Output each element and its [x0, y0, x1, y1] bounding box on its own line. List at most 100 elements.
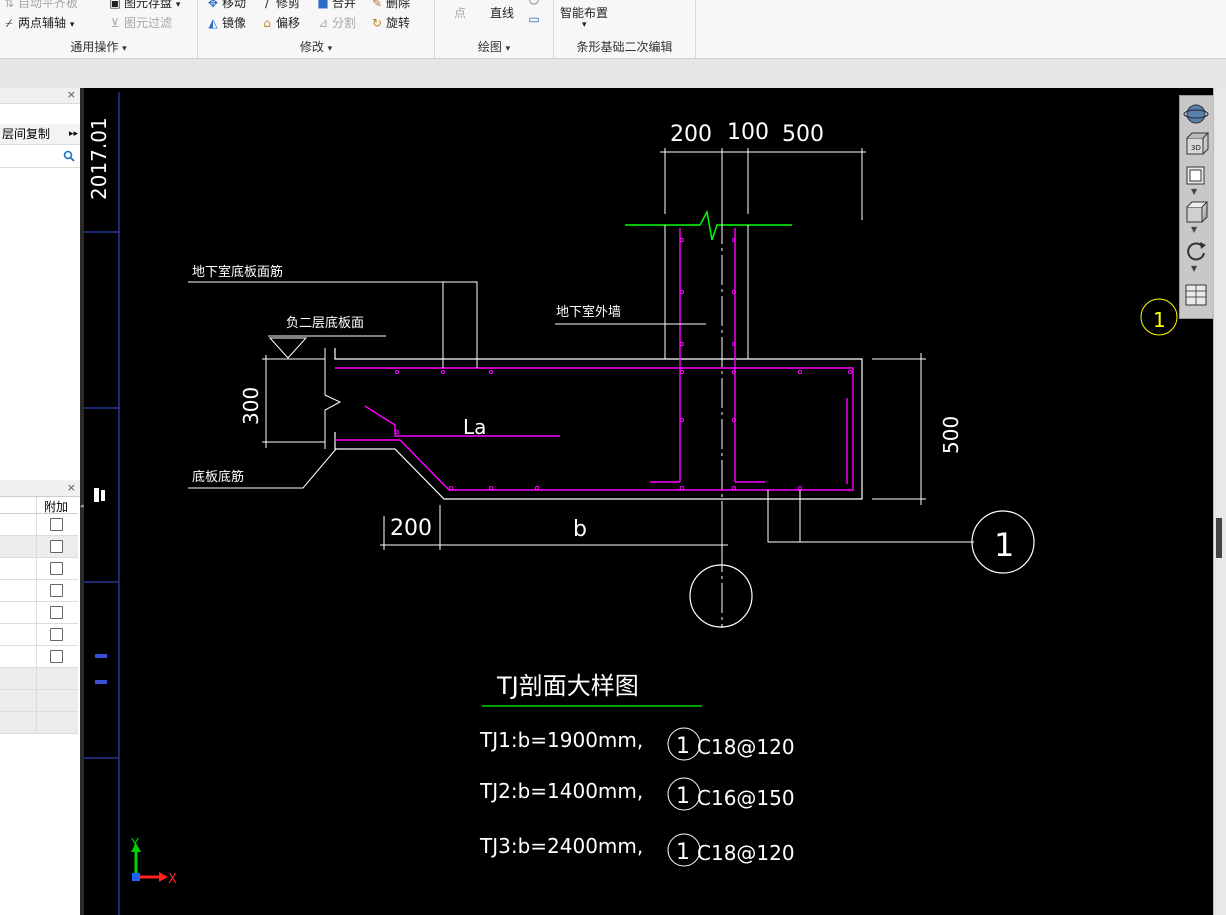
table-header-row: 附加 [0, 497, 78, 514]
element-filter-button[interactable]: ⊻ 图元过滤 [108, 14, 172, 31]
view-dropdown-caret[interactable]: ▼ [1191, 187, 1197, 196]
rectangle-icon: ▭ [528, 12, 540, 26]
view-cube-button[interactable] [1183, 199, 1209, 225]
rotate-dropdown-caret[interactable]: ▼ [1191, 264, 1197, 273]
globe-icon [1183, 104, 1209, 124]
trim-icon: / [264, 0, 270, 10]
delete-button[interactable]: ✎ 删除 [370, 0, 410, 11]
top-dimension [660, 148, 866, 220]
view-3d-button[interactable]: 3D [1183, 131, 1210, 157]
label-b2-slab-face: 负二层底板面 [286, 315, 364, 331]
rect-tool-button[interactable]: ▭ [527, 12, 543, 26]
title-block-year-code: 2017.01 [87, 117, 111, 200]
viewport-marker-number: 1 [1153, 308, 1166, 332]
left-dimension [262, 355, 325, 448]
schedule-rebar-2: C16@150 [697, 786, 795, 810]
splitter-arrow-icon[interactable]: ◂ [80, 502, 84, 510]
right-scroll-edge[interactable] [1213, 88, 1226, 915]
mirror-icon: ◭ [208, 16, 218, 30]
mirror-button[interactable]: ◭ 镜像 [206, 14, 246, 31]
smart-layout-caret[interactable]: ▾ [582, 20, 587, 30]
dim-top-100: 100 [727, 120, 769, 145]
cube-dropdown-caret[interactable]: ▼ [1191, 225, 1197, 234]
schedule-spec-3: TJ3:b=2400mm, [479, 834, 643, 858]
title-block-blue-marks [95, 654, 107, 684]
panel-header-top: × [0, 88, 80, 104]
rotate-view-button[interactable] [1183, 238, 1209, 264]
element-save-button[interactable]: ▣ 图元存盘 ▾ [108, 0, 180, 11]
auto-balance-button[interactable]: ⇅ 自动平齐板 [2, 0, 78, 11]
extra-checkbox[interactable] [50, 562, 63, 575]
element-save-caret: ▾ [175, 0, 181, 10]
extra-checkbox[interactable] [50, 518, 63, 531]
trim-button[interactable]: / 修剪 [260, 0, 300, 11]
table-row [0, 712, 78, 734]
foundation-slab-outline [334, 348, 863, 500]
axis-bubble [689, 564, 753, 628]
grid-table-icon [1185, 284, 1207, 306]
rotate-icon: ↻ [371, 16, 383, 30]
table-row [0, 690, 78, 712]
split-icon: ⊿ [317, 16, 329, 30]
dim-bottom-200: 200 [390, 516, 432, 541]
circle-icon: ○ [527, 0, 541, 6]
circle-tool-button[interactable]: ○ [527, 0, 543, 6]
offset-button[interactable]: ⌂ 偏移 [260, 14, 300, 31]
schedule-rebar-1: C18@120 [697, 735, 795, 759]
drawing-title: TJ剖面大样图 [496, 672, 639, 700]
close-icon[interactable]: × [67, 481, 76, 494]
close-icon[interactable]: × [67, 88, 76, 101]
dim-top-500: 500 [782, 122, 824, 147]
dim-top-200: 200 [670, 122, 712, 147]
scroll-handle[interactable] [1216, 518, 1222, 558]
extra-checkbox[interactable] [50, 584, 63, 597]
table-row [0, 536, 78, 558]
label-basement-outer-wall: 地下室外墙 [556, 304, 621, 320]
rotate-button[interactable]: ↻ 旋转 [370, 14, 410, 31]
table-row [0, 602, 78, 624]
smart-layout-button[interactable]: 智能布置 [560, 4, 608, 21]
move-button[interactable]: ✥ 移动 [206, 0, 246, 11]
orbit-button[interactable] [1183, 101, 1209, 127]
table-row [0, 514, 78, 536]
group-title-general-ops: 通用操作 ▾ [70, 40, 127, 54]
floor-copy-row[interactable]: 层间复制 ▸▸ [0, 124, 80, 145]
ribbon-toolbar: ⇅ 自动平齐板 ⌿ 两点辅轴 ▾ ▣ 图元存盘 ▾ ⊻ 图元过滤 通用操作 ▾ ✥ 移动 … [0, 0, 1226, 59]
extra-checkbox[interactable] [50, 650, 63, 663]
split-button[interactable]: ⊿ 分割 [316, 14, 356, 31]
point-button[interactable]: 点 [454, 4, 466, 21]
more-arrows-icon[interactable]: ▸▸ [69, 124, 78, 144]
search-row[interactable] [0, 145, 80, 168]
schedule-mark-1: 1 [676, 734, 690, 759]
axis-label-y: Y [130, 837, 139, 852]
ribbon-group-modify: ✥ 移动 / 修剪 ■ 合并 ✎ 删除 ◭ 镜像 ⌂ 偏移 ⊿ 分割 ↻ 旋转 修改 ▾ [198, 0, 435, 58]
group-title-strip-foundation: 条形基础二次编辑 [576, 40, 673, 54]
floor-copy-label[interactable]: 层间复制 [2, 124, 50, 144]
dim-right-500: 500 [939, 416, 963, 454]
filter-icon: ⊻ [110, 16, 120, 30]
bottom-dimension [380, 505, 728, 550]
line-button[interactable]: 直线 [490, 4, 514, 21]
ribbon-bottom-strip [0, 59, 1226, 89]
dim-left-300: 300 [239, 387, 263, 425]
extra-checkbox[interactable] [50, 628, 63, 641]
merge-button[interactable]: ■ 合并 [316, 0, 356, 11]
delete-icon: ✎ [371, 0, 383, 10]
rebar-dots [394, 237, 853, 491]
two-point-aux-button[interactable]: ⌿ 两点辅轴 ▾ [2, 14, 74, 31]
title-block-stamp [94, 488, 105, 502]
two-point-aux-label: 两点辅轴 [18, 16, 67, 30]
aux-axis-icon: ⌿ [5, 16, 13, 30]
schedule-spec-1: TJ1:b=1900mm, [479, 728, 643, 752]
layer-grid-button[interactable] [1183, 282, 1209, 308]
table-row [0, 580, 78, 602]
elevation-marker-icon [268, 337, 308, 359]
label-slab-bottom-bar: 底板底筋 [192, 469, 244, 485]
extra-checkbox[interactable] [50, 606, 63, 619]
extra-checkbox[interactable] [50, 540, 63, 553]
title-block-frame [84, 92, 120, 915]
view-top-button[interactable] [1183, 161, 1209, 187]
search-icon[interactable] [63, 150, 75, 162]
svg-text:3D: 3D [1191, 144, 1201, 152]
drawing-canvas[interactable]: 2017.01 200 100 500 300 500 200 b 地下室底板面… [84, 88, 1215, 915]
